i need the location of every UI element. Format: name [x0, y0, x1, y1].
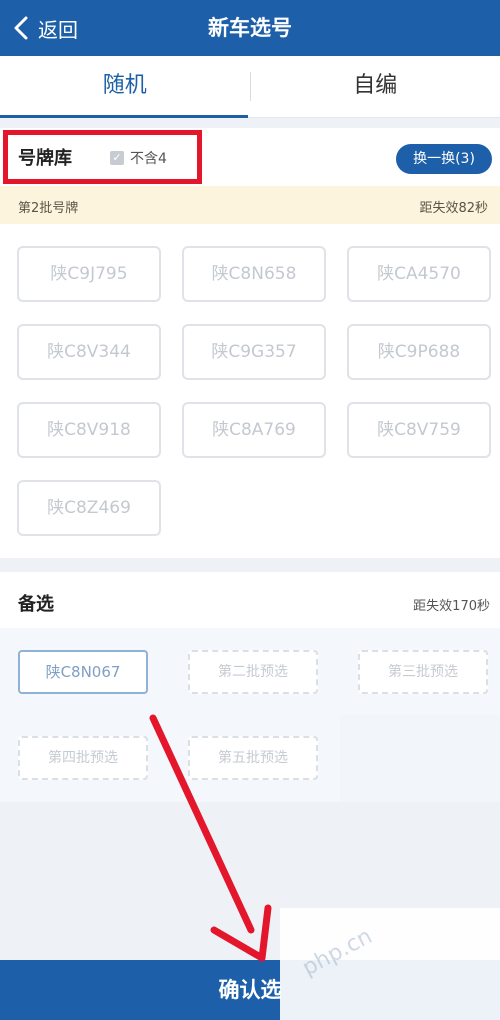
- plate-option[interactable]: 陕C8V344: [17, 324, 161, 380]
- top-nav-bar: 返回 新车选号: [0, 0, 500, 56]
- plate-option[interactable]: 陕C8V759: [347, 402, 491, 458]
- tab-random[interactable]: 随机: [0, 56, 250, 118]
- alternate-slot[interactable]: 第五批预选: [188, 736, 318, 780]
- plate-option[interactable]: 陕C9J795: [17, 246, 161, 302]
- swap-button[interactable]: 换一换(3): [396, 144, 492, 174]
- plate-option[interactable]: 陕CA4570: [347, 246, 491, 302]
- tab-custom[interactable]: 自编: [251, 56, 500, 117]
- tab-bar: 随机 自编: [0, 56, 500, 118]
- alternate-slot-selected[interactable]: 陕C8N067: [18, 650, 148, 694]
- back-button[interactable]: 返回: [8, 10, 78, 46]
- batch-label: 第2批号牌: [18, 201, 79, 216]
- alternates-expire-timer: 距失效170秒: [413, 599, 490, 614]
- red-highlight-box: [3, 130, 202, 184]
- plate-option[interactable]: 陕C8Z469: [17, 480, 161, 536]
- alternates-title: 备选: [18, 594, 54, 615]
- alternates-section: 备选 距失效170秒 陕C8N067 第二批预选 第三批预选 第四批预选 第五批…: [0, 572, 500, 802]
- plate-option[interactable]: 陕C9G357: [182, 324, 326, 380]
- alternate-slot[interactable]: 第三批预选: [358, 650, 488, 694]
- alternates-grid: 陕C8N067 第二批预选 第三批预选 第四批预选 第五批预选: [0, 628, 500, 802]
- batch-expire-timer: 距失效82秒: [419, 201, 488, 216]
- back-label: 返回: [38, 17, 78, 42]
- alternate-slot[interactable]: 第四批预选: [18, 736, 148, 780]
- plate-option[interactable]: 陕C8A769: [182, 402, 326, 458]
- chevron-left-icon: [8, 15, 34, 41]
- plate-library-header: 号牌库 ✓ 不含4 换一换(3): [0, 128, 500, 186]
- plate-library-section: 号牌库 ✓ 不含4 换一换(3) 第2批号牌 距失效82秒 陕C9J795 陕C…: [0, 128, 500, 558]
- plate-option[interactable]: 陕C8V918: [17, 402, 161, 458]
- batch-notice-bar: 第2批号牌 距失效82秒: [0, 186, 500, 224]
- plate-option[interactable]: 陕C8N658: [182, 246, 326, 302]
- plate-option[interactable]: 陕C9P688: [347, 324, 491, 380]
- alternate-slot[interactable]: 第二批预选: [188, 650, 318, 694]
